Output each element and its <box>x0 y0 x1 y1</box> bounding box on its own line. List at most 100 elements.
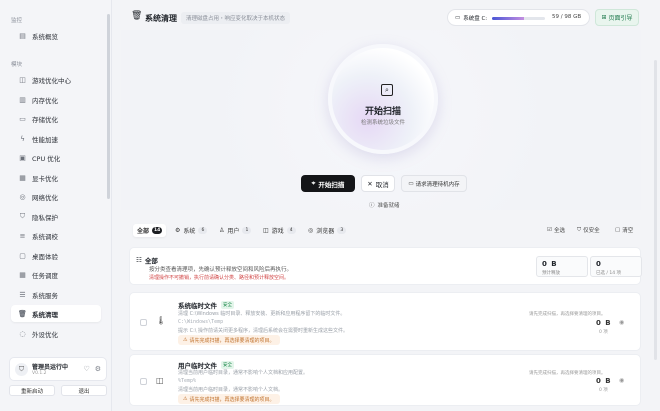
cpu-icon: ▣ <box>19 153 26 162</box>
start-scan-button[interactable]: ⌖ 开始扫描 <box>301 175 355 192</box>
tab-user[interactable]: ♙ 用户 1 <box>215 224 255 237</box>
sidebar-item-label: 任务调度 <box>32 271 58 280</box>
checkbox-icon: ☑ <box>547 227 552 233</box>
safe-badge: 安全 <box>221 361 234 369</box>
sidebar-item-label: 内存优化 <box>32 96 58 105</box>
restart-button[interactable]: 重新启动 <box>9 385 55 396</box>
main-scrollbar[interactable] <box>654 60 657 360</box>
item-path: C:\Windows\Temp <box>178 319 224 325</box>
summary-description: 按分类查看清理项，先确认预计释放空间和风险后再执行。 <box>149 267 293 273</box>
scan-status-text: 准备就绪 <box>377 203 400 209</box>
eye-icon[interactable]: ◉ <box>619 377 624 384</box>
safe-badge: 安全 <box>221 301 234 309</box>
page-guide-button[interactable]: ⊞ 页面引导 <box>595 9 639 26</box>
sidebar-item-memory[interactable]: ▥ 内存优化 <box>11 91 101 108</box>
summary-title-text: 全部 <box>144 257 158 265</box>
tab-all[interactable]: 全部 14 <box>133 224 167 237</box>
heart-icon[interactable]: ♡ <box>83 365 89 373</box>
tab-count: 3 <box>337 227 347 234</box>
item-path: %Temp% <box>178 378 197 384</box>
monitor-icon: ▢ <box>19 251 26 260</box>
sidebar-item-cleanup[interactable]: 🗑 系统清理 <box>11 305 101 322</box>
sidebar-item-gpu[interactable]: ▦ 显卡优化 <box>11 169 101 186</box>
group-label-modules: 模块 <box>11 62 23 68</box>
clear-selection-button[interactable]: ▢ 清空 <box>615 226 633 234</box>
sidebar-item-scheduler[interactable]: ▦ 任务调度 <box>11 266 101 283</box>
item-note: 清理当前用户临时目录，通常不影响个人文档。 <box>178 387 284 393</box>
guide-icon: ⊞ <box>601 14 607 21</box>
sidebar-item-label: 游戏优化中心 <box>32 76 71 85</box>
disk-usage-fill <box>492 17 524 20</box>
cancel-button[interactable]: ✕ 取消 <box>361 175 395 192</box>
sidebar-item-desktop[interactable]: ▢ 桌面体验 <box>11 247 101 264</box>
header: 🗑 系统清理 清理磁盘占用・响应变化取决于本机状态 ▭ 系统盘 C: 59 / … <box>121 8 651 28</box>
item-hint: 请先完成扫描，再选择要清理的项目。 <box>529 312 606 317</box>
sidebar-item-network[interactable]: ◎ 网络优化 <box>11 188 101 205</box>
sidebar-item-cpu[interactable]: ▣ CPU 优化 <box>11 149 101 166</box>
item-description: 清理当前用户临时目录，通常不影响个人文档和应用配置。 <box>178 370 309 376</box>
select-all-button[interactable]: ☑ 全选 <box>547 226 565 234</box>
item-count: 0 项 <box>599 330 608 335</box>
sidebar-item-label: 性能加速 <box>32 135 58 144</box>
item-tip-text: 请先完成扫描，再选择要清理的项目。 <box>189 396 275 403</box>
item-title-text: 系统临时文件 <box>178 302 217 310</box>
clear-standby-memory-label: 请求清理待机内存 <box>415 181 460 188</box>
item-checkbox[interactable] <box>140 319 147 326</box>
gear-icon: ⚙ <box>175 227 181 234</box>
sidebar-item-label: CPU 优化 <box>32 154 61 163</box>
scan-status: ⓘ 准备就绪 <box>369 201 400 209</box>
sidebar-item-label: 网络优化 <box>32 193 58 202</box>
item-description: 清理 C:\Windows 临时目录、释放安装、更新和应用程序留下的临时文件。 <box>178 311 346 317</box>
eye-icon[interactable]: ◉ <box>619 319 624 326</box>
page-title: 系统清理 <box>145 14 177 23</box>
info-icon: ⚠ <box>183 337 188 343</box>
sidebar-item-overview[interactable]: ▤ 系统概览 <box>11 27 101 44</box>
sidebar-item-label: 隐私保护 <box>32 213 58 222</box>
safe-only-button[interactable]: ⛉ 仅安全 <box>577 226 600 235</box>
tab-label: 浏览器 <box>316 228 335 235</box>
tab-count: 4 <box>286 227 296 234</box>
sidebar-scrollbar[interactable] <box>107 14 110 199</box>
tab-label: 系统 <box>183 228 196 235</box>
item-checkbox[interactable] <box>140 378 147 385</box>
tab-count: 14 <box>152 227 163 234</box>
memory-icon: ▥ <box>19 95 26 104</box>
select-all-label: 全选 <box>553 228 565 234</box>
memory-icon: ▭ <box>408 180 414 187</box>
sidebar-item-label: 系统概览 <box>32 32 58 41</box>
item-tip: ⚠ 请先完成扫描，再选择要清理的项目。 <box>178 394 280 404</box>
sidebar-item-storage[interactable]: ▭ 存储优化 <box>11 110 101 127</box>
clear-icon: ▢ <box>615 227 621 233</box>
scan-orb[interactable]: ⌕ 开始扫描 检测系统垃圾文件 <box>328 44 438 154</box>
sidebar-item-services[interactable]: ☰ 系统服务 <box>11 286 101 303</box>
tab-system[interactable]: ⚙ 系统 6 <box>171 224 211 237</box>
sidebar-item-performance[interactable]: ϟ 性能加速 <box>11 130 101 147</box>
tab-label: 游戏 <box>271 228 284 235</box>
clear-standby-memory-button[interactable]: ▭ 请求清理待机内存 <box>401 175 467 192</box>
gamepad-icon: ◫ <box>19 75 26 84</box>
item-count: 0 项 <box>599 388 608 393</box>
chart-icon: ▤ <box>19 31 26 40</box>
calendar-icon: ▦ <box>19 270 26 279</box>
sidebar-item-peripherals[interactable]: ◌ 外设优化 <box>11 325 101 342</box>
shield-icon: ⛉ <box>19 212 26 220</box>
sidebar-item-game[interactable]: ◫ 游戏优化中心 <box>11 71 101 88</box>
sidebar-item-label: 系统调校 <box>32 232 58 241</box>
gamepad-icon: ◫ <box>263 227 269 234</box>
tab-games[interactable]: ◫ 游戏 4 <box>259 224 300 237</box>
tab-label: 用户 <box>227 228 240 235</box>
item-title: 系统临时文件 安全 <box>178 300 234 310</box>
shield-check-icon: ⛉ <box>15 362 28 376</box>
sidebar-item-privacy[interactable]: ⛉ 隐私保护 <box>11 208 101 225</box>
tab-browser[interactable]: ◎ 浏览器 3 <box>304 224 350 237</box>
gear-icon[interactable]: ⚙ <box>95 365 101 373</box>
scan-orb-subtitle: 检测系统垃圾文件 <box>360 120 405 126</box>
category-tabs: 全部 14 ⚙ 系统 6 ♙ 用户 1 ◫ 游戏 4 ◎ 浏览器 3 ☑ 全选 ⛉ 仅安全 ▢ 清空 <box>133 222 641 239</box>
summary-title: ☷ 全部 <box>136 255 158 265</box>
exit-button[interactable]: 退出 <box>61 385 107 396</box>
admin-status-card: ⛉ 管理员运行中 V0.1.2 ♡ ⚙ <box>9 357 107 381</box>
app-version: V0.1.2 <box>32 371 47 376</box>
sidebar-item-label: 外设优化 <box>32 330 58 339</box>
start-scan-label: 开始扫描 <box>318 180 345 189</box>
sidebar-item-tuning[interactable]: ≡ 系统调校 <box>11 227 101 244</box>
